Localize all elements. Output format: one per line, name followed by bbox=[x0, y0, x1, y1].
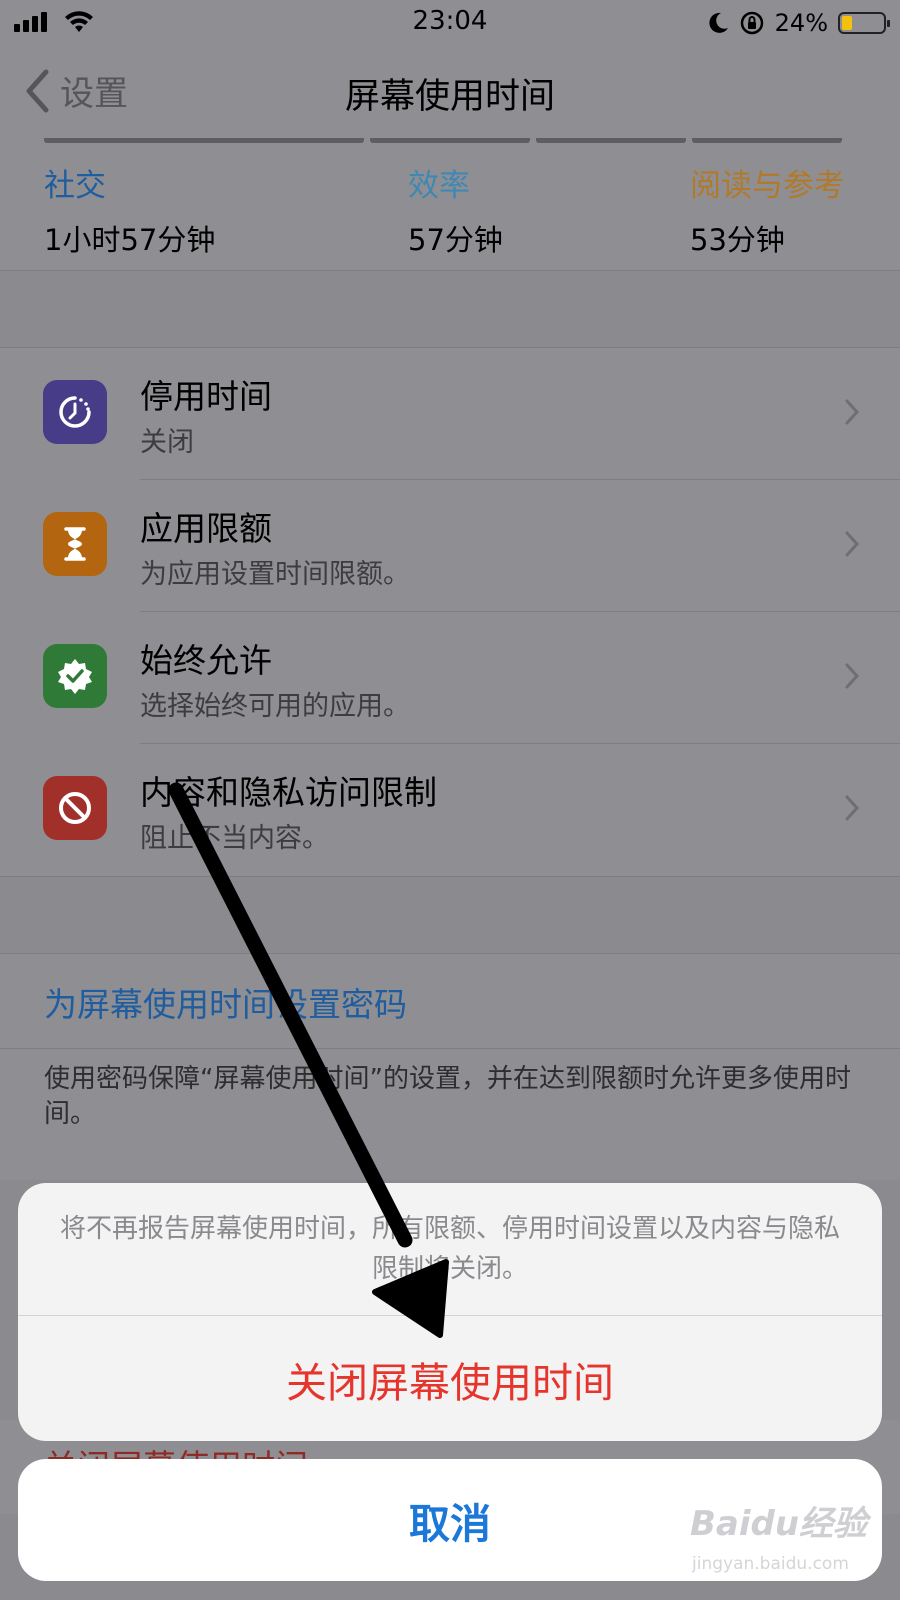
chevron-right-icon bbox=[845, 399, 860, 425]
chevron-right-icon bbox=[845, 663, 860, 689]
navigation-bar: 设置 屏幕使用时间 bbox=[0, 46, 900, 139]
downtime-icon bbox=[43, 380, 107, 444]
settings-menu: 停用时间 关闭 应用限额 为应用设置时间限额。 始终允许 选择始终可用的应用。 … bbox=[0, 347, 900, 877]
rotation-lock-icon bbox=[740, 11, 763, 35]
moon-icon bbox=[709, 12, 728, 33]
watermark-logo: Baidu经验 bbox=[690, 1504, 868, 1544]
menu-item-downtime[interactable]: 停用时间 关闭 bbox=[0, 348, 900, 480]
section-gap bbox=[0, 271, 900, 347]
battery-level-fill bbox=[842, 16, 852, 30]
usage-category-productivity: 效率 57分钟 bbox=[408, 160, 503, 259]
usage-category-duration: 53分钟 bbox=[690, 223, 785, 257]
menu-item-title: 始终允许 bbox=[140, 641, 272, 680]
menu-item-always-allowed[interactable]: 始终允许 选择始终可用的应用。 bbox=[0, 612, 900, 744]
action-sheet-message: 将不再报告屏幕使用时间，所有限额、停用时间设置以及内容与隐私限制将关闭。 bbox=[59, 1214, 840, 1284]
usage-category-duration: 57分钟 bbox=[408, 223, 503, 257]
menu-item-subtitle: 关闭 bbox=[140, 427, 194, 458]
check-badge-icon bbox=[43, 644, 107, 708]
section-gap bbox=[0, 877, 900, 953]
chevron-right-icon bbox=[845, 795, 860, 821]
watermark-url: jingyan.baidu.com bbox=[692, 1554, 849, 1574]
hourglass-icon bbox=[43, 512, 107, 576]
usage-category-duration: 1小时57分钟 bbox=[44, 223, 216, 257]
menu-item-subtitle: 选择始终可用的应用。 bbox=[140, 691, 410, 722]
set-passcode-button[interactable]: 为屏幕使用时间设置密码 bbox=[0, 953, 900, 1049]
menu-item-content-privacy[interactable]: 内容和隐私访问限制 阻止不当内容。 bbox=[0, 744, 900, 876]
action-sheet: 将不再报告屏幕使用时间，所有限额、停用时间设置以及内容与隐私限制将关闭。 关闭屏… bbox=[18, 1183, 882, 1441]
battery-icon bbox=[838, 12, 890, 34]
usage-summary[interactable]: 社交 1小时57分钟 效率 57分钟 阅读与参考 53分钟 bbox=[0, 138, 900, 271]
usage-category-name: 效率 bbox=[408, 168, 470, 204]
set-passcode-label: 为屏幕使用时间设置密码 bbox=[44, 985, 407, 1024]
usage-category-name: 阅读与参考 bbox=[690, 168, 845, 204]
chevron-right-icon bbox=[845, 531, 860, 557]
baidu-watermark: Baidu经验 jingyan.baidu.com bbox=[690, 1496, 880, 1586]
usage-category-reading: 阅读与参考 53分钟 bbox=[690, 160, 845, 259]
usage-category-social: 社交 1小时57分钟 bbox=[44, 160, 215, 259]
usage-bar-chart bbox=[44, 138, 856, 144]
menu-item-title: 停用时间 bbox=[140, 377, 272, 416]
usage-category-name: 社交 bbox=[44, 168, 106, 204]
menu-item-title: 应用限额 bbox=[140, 509, 272, 548]
battery-percent: 24% bbox=[774, 9, 828, 37]
menu-item-subtitle: 为应用设置时间限额。 bbox=[140, 559, 410, 590]
status-bar: 23:04 24% bbox=[0, 0, 900, 46]
page-title: 屏幕使用时间 bbox=[344, 77, 555, 117]
no-entry-icon bbox=[43, 776, 107, 840]
menu-item-app-limits[interactable]: 应用限额 为应用设置时间限额。 bbox=[0, 480, 900, 612]
turn-off-screen-time-button[interactable]: 关闭屏幕使用时间 bbox=[18, 1316, 882, 1441]
passcode-footnote: 使用密码保障“屏幕使用时间”的设置，并在达到限额时允许更多使用时间。 bbox=[44, 1064, 851, 1129]
menu-item-subtitle: 阻止不当内容。 bbox=[140, 823, 329, 854]
menu-item-title: 内容和隐私访问限制 bbox=[140, 773, 437, 812]
